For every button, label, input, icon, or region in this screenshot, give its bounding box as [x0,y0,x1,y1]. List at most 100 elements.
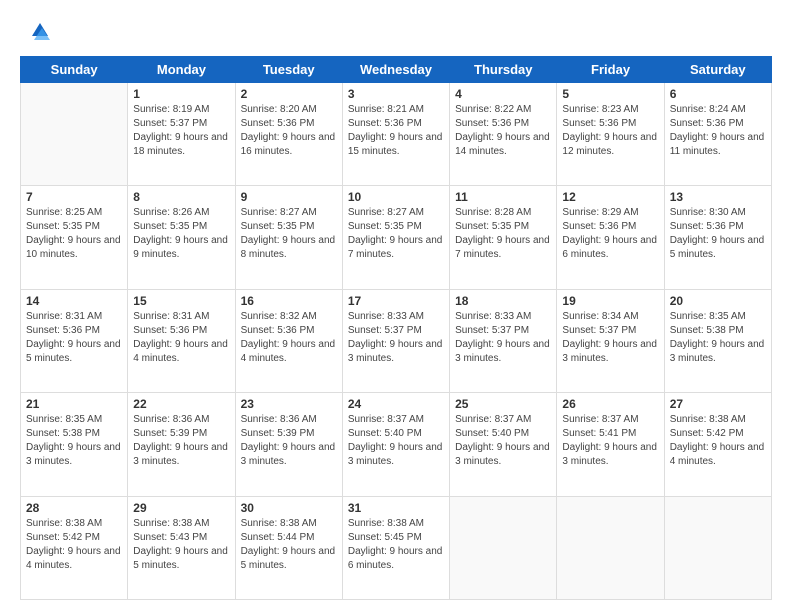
week-row-4: 28 Sunrise: 8:38 AMSunset: 5:42 PMDayligh… [21,496,772,599]
day-info: Sunrise: 8:20 AMSunset: 5:36 PMDaylight:… [241,103,337,159]
day-number: 30 [241,501,337,515]
day-number: 29 [133,501,229,515]
weekday-sunday: Sunday [21,57,128,83]
calendar-cell: 7Sunrise: 8:25 AMSunset: 5:35 PMDaylight… [21,186,128,289]
calendar: SundayMondayTuesdayWednesdayThursdayFrid… [20,56,772,600]
day-info: Sunrise: 8:37 AMSunset: 5:40 PMDaylight:… [455,413,551,469]
calendar-cell: 2 Sunrise: 8:20 AMSunset: 5:36 PMDaylight… [235,83,342,186]
day-info: Sunrise: 8:38 AMSunset: 5:43 PMDaylight:… [133,517,229,573]
calendar-cell: 31Sunrise: 8:38 AMSunset: 5:45 PMDayligh… [342,496,449,599]
weekday-tuesday: Tuesday [235,57,342,83]
calendar-cell: 19 Sunrise: 8:34 AMSunset: 5:37 PMDayligh… [557,289,664,392]
day-number: 12 [562,190,658,204]
calendar-cell: 20 Sunrise: 8:35 AMSunset: 5:38 PMDayligh… [664,289,771,392]
day-number: 2 [241,87,337,101]
week-row-1: 7Sunrise: 8:25 AMSunset: 5:35 PMDaylight… [21,186,772,289]
weekday-saturday: Saturday [664,57,771,83]
day-info: Sunrise: 8:35 AMSunset: 5:38 PMDaylight:… [670,310,766,366]
day-number: 16 [241,294,337,308]
day-number: 17 [348,294,444,308]
day-info: Sunrise: 8:21 AMSunset: 5:36 PMDaylight:… [348,103,444,159]
day-number: 19 [562,294,658,308]
calendar-cell: 17 Sunrise: 8:33 AMSunset: 5:37 PMDayligh… [342,289,449,392]
day-number: 21 [26,397,122,411]
day-number: 27 [670,397,766,411]
day-info: Sunrise: 8:32 AMSunset: 5:36 PMDaylight:… [241,310,337,366]
day-info: Sunrise: 8:34 AMSunset: 5:37 PMDaylight:… [562,310,658,366]
day-number: 10 [348,190,444,204]
calendar-cell: 24 Sunrise: 8:37 AMSunset: 5:40 PMDayligh… [342,393,449,496]
day-number: 15 [133,294,229,308]
calendar-cell: 13 Sunrise: 8:30 AMSunset: 5:36 PMDayligh… [664,186,771,289]
day-info: Sunrise: 8:22 AMSunset: 5:36 PMDaylight:… [455,103,551,159]
day-number: 11 [455,190,551,204]
calendar-cell: 14 Sunrise: 8:31 AMSunset: 5:36 PMDayligh… [21,289,128,392]
day-info: Sunrise: 8:37 AMSunset: 5:40 PMDaylight:… [348,413,444,469]
week-row-0: 1Sunrise: 8:19 AMSunset: 5:37 PMDaylight… [21,83,772,186]
calendar-cell: 10 Sunrise: 8:27 AMSunset: 5:35 PMDayligh… [342,186,449,289]
day-info: Sunrise: 8:29 AMSunset: 5:36 PMDaylight:… [562,206,658,262]
day-number: 22 [133,397,229,411]
calendar-cell: 4 Sunrise: 8:22 AMSunset: 5:36 PMDaylight… [450,83,557,186]
day-number: 4 [455,87,551,101]
day-info: Sunrise: 8:36 AMSunset: 5:39 PMDaylight:… [133,413,229,469]
day-info: Sunrise: 8:19 AMSunset: 5:37 PMDaylight:… [133,103,229,159]
calendar-cell: 21 Sunrise: 8:35 AMSunset: 5:38 PMDayligh… [21,393,128,496]
day-info: Sunrise: 8:38 AMSunset: 5:42 PMDaylight:… [26,517,122,573]
calendar-cell: 12 Sunrise: 8:29 AMSunset: 5:36 PMDayligh… [557,186,664,289]
day-info: Sunrise: 8:38 AMSunset: 5:44 PMDaylight:… [241,517,337,573]
calendar-cell: 15Sunrise: 8:31 AMSunset: 5:36 PMDayligh… [128,289,235,392]
calendar-cell: 29 Sunrise: 8:38 AMSunset: 5:43 PMDayligh… [128,496,235,599]
calendar-cell: 28 Sunrise: 8:38 AMSunset: 5:42 PMDayligh… [21,496,128,599]
day-info: Sunrise: 8:31 AMSunset: 5:36 PMDaylight:… [26,310,122,366]
calendar-cell: 8 Sunrise: 8:26 AMSunset: 5:35 PMDaylight… [128,186,235,289]
day-info: Sunrise: 8:33 AMSunset: 5:37 PMDaylight:… [455,310,551,366]
day-number: 7 [26,190,122,204]
week-row-3: 21 Sunrise: 8:35 AMSunset: 5:38 PMDayligh… [21,393,772,496]
day-number: 24 [348,397,444,411]
day-number: 31 [348,501,444,515]
day-info: Sunrise: 8:37 AMSunset: 5:41 PMDaylight:… [562,413,658,469]
day-info: Sunrise: 8:27 AMSunset: 5:35 PMDaylight:… [348,206,444,262]
day-info: Sunrise: 8:33 AMSunset: 5:37 PMDaylight:… [348,310,444,366]
weekday-friday: Friday [557,57,664,83]
calendar-cell: 3 Sunrise: 8:21 AMSunset: 5:36 PMDaylight… [342,83,449,186]
calendar-cell: 26 Sunrise: 8:37 AMSunset: 5:41 PMDayligh… [557,393,664,496]
day-number: 23 [241,397,337,411]
weekday-wednesday: Wednesday [342,57,449,83]
calendar-cell [21,83,128,186]
day-info: Sunrise: 8:38 AMSunset: 5:42 PMDaylight:… [670,413,766,469]
day-info: Sunrise: 8:26 AMSunset: 5:35 PMDaylight:… [133,206,229,262]
weekday-header-row: SundayMondayTuesdayWednesdayThursdayFrid… [21,57,772,83]
calendar-cell: 6 Sunrise: 8:24 AMSunset: 5:36 PMDaylight… [664,83,771,186]
day-info: Sunrise: 8:27 AMSunset: 5:35 PMDaylight:… [241,206,337,262]
calendar-cell [664,496,771,599]
day-number: 26 [562,397,658,411]
day-info: Sunrise: 8:30 AMSunset: 5:36 PMDaylight:… [670,206,766,262]
calendar-cell [557,496,664,599]
day-info: Sunrise: 8:36 AMSunset: 5:39 PMDaylight:… [241,413,337,469]
day-number: 13 [670,190,766,204]
day-number: 3 [348,87,444,101]
calendar-cell: 27 Sunrise: 8:38 AMSunset: 5:42 PMDayligh… [664,393,771,496]
header [20,18,772,48]
calendar-cell: 5Sunrise: 8:23 AMSunset: 5:36 PMDaylight… [557,83,664,186]
day-info: Sunrise: 8:28 AMSunset: 5:35 PMDaylight:… [455,206,551,262]
day-number: 25 [455,397,551,411]
day-number: 6 [670,87,766,101]
day-number: 28 [26,501,122,515]
day-number: 14 [26,294,122,308]
day-info: Sunrise: 8:24 AMSunset: 5:36 PMDaylight:… [670,103,766,159]
day-info: Sunrise: 8:23 AMSunset: 5:36 PMDaylight:… [562,103,658,159]
calendar-cell: 30 Sunrise: 8:38 AMSunset: 5:44 PMDayligh… [235,496,342,599]
weekday-monday: Monday [128,57,235,83]
day-info: Sunrise: 8:35 AMSunset: 5:38 PMDaylight:… [26,413,122,469]
logo [20,18,54,48]
calendar-cell: 9 Sunrise: 8:27 AMSunset: 5:35 PMDaylight… [235,186,342,289]
calendar-cell: 11 Sunrise: 8:28 AMSunset: 5:35 PMDayligh… [450,186,557,289]
day-number: 8 [133,190,229,204]
logo-icon [20,18,50,48]
day-number: 9 [241,190,337,204]
day-number: 20 [670,294,766,308]
calendar-cell: 25 Sunrise: 8:37 AMSunset: 5:40 PMDayligh… [450,393,557,496]
